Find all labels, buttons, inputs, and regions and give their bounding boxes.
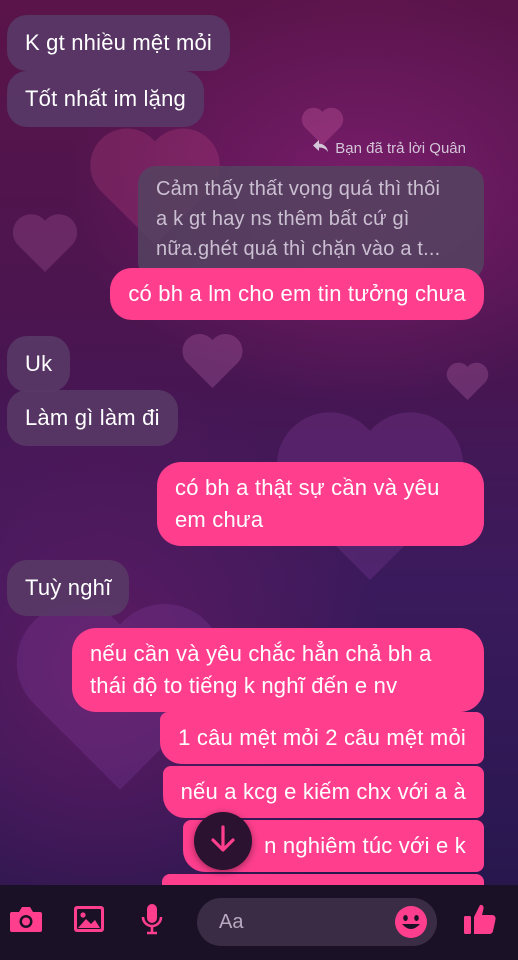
microphone-icon (140, 903, 164, 940)
gallery-button[interactable] (71, 903, 107, 939)
camera-button[interactable] (8, 903, 44, 939)
message-input-wrapper (197, 898, 437, 946)
reply-arrow-icon (313, 140, 329, 157)
message-bubble-outgoing[interactable] (162, 874, 484, 885)
reply-header-text: Bạn đã trả lời Quân (335, 140, 466, 157)
message-bubble-outgoing[interactable]: nếu a kcg e kiếm chx với a à (162, 766, 484, 818)
quoted-line: a k gt hay ns thêm bất cứ gì (156, 208, 410, 230)
chat-thread[interactable]: K gt nhiều mệt mỏi Tốt nhất im lặng Bạn … (0, 0, 518, 885)
thumbs-up-icon (463, 902, 497, 941)
emoji-button[interactable] (393, 904, 429, 940)
message-bubble-incoming[interactable]: Tuỳ nghĩ (7, 560, 130, 616)
message-input[interactable] (197, 909, 391, 935)
reply-header: Bạn đã trả lời Quân (313, 140, 466, 157)
message-line: có bh a thật sự cần và yêu (175, 475, 440, 500)
gallery-icon (73, 905, 105, 938)
quoted-message[interactable]: Cảm thấy thất vọng quá thì thôi a k gt h… (138, 166, 484, 280)
like-button[interactable] (462, 903, 498, 939)
message-bubble-outgoing[interactable]: có bh a lm cho em tin tưởng chưa (110, 268, 484, 320)
message-bubble-incoming[interactable]: Tốt nhất im lặng (7, 71, 204, 127)
message-line: thái độ to tiếng k nghĩ đến e nv (90, 673, 398, 698)
message-bubble-outgoing[interactable]: nếu cần và yêu chắc hẳn chả bh a thái độ… (72, 628, 484, 712)
message-bubble-incoming[interactable]: Làm gì làm đi (7, 390, 178, 446)
scroll-to-bottom-button[interactable] (194, 812, 252, 870)
message-bubble-outgoing[interactable]: có bh a thật sự cần và yêu em chưa (157, 462, 484, 546)
quoted-line: nữa.ghét quá thì chặn vào a t... (156, 238, 441, 260)
quoted-line: Cảm thấy thất vọng quá thì thôi (156, 178, 441, 200)
microphone-button[interactable] (134, 903, 170, 939)
arrow-down-icon (210, 824, 236, 858)
composer-toolbar (0, 885, 518, 960)
message-line: nếu cần và yêu chắc hẳn chả bh a (90, 641, 432, 666)
message-line: em chưa (175, 507, 264, 532)
camera-icon (9, 905, 43, 938)
message-bubble-incoming[interactable]: K gt nhiều mệt mỏi (7, 15, 231, 71)
message-bubble-incoming[interactable]: Uk (7, 336, 71, 392)
message-bubble-outgoing[interactable]: 1 câu mệt mỏi 2 câu mệt mỏi (160, 712, 484, 764)
